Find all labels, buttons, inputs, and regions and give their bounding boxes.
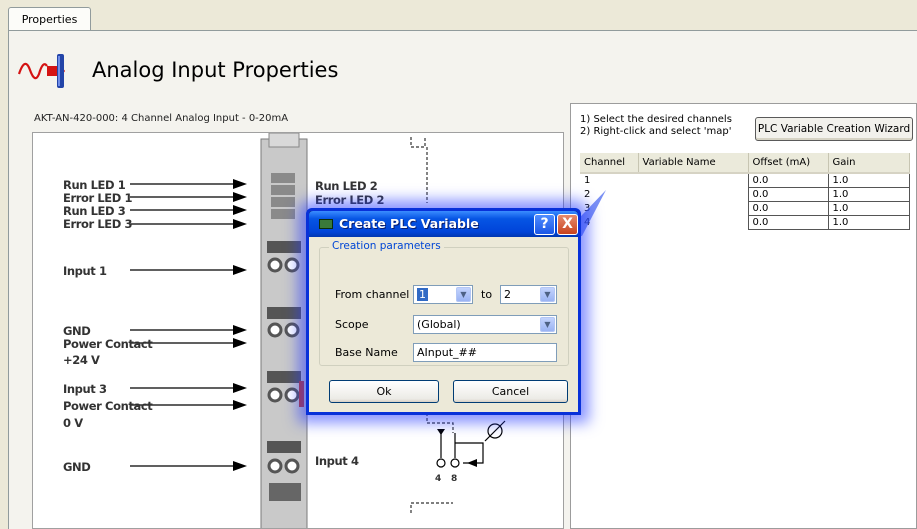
ok-button[interactable]: Ok	[329, 380, 439, 403]
label-0v: 0 V	[63, 416, 83, 430]
label-run-led-1: Run LED 1	[63, 178, 126, 192]
cancel-button[interactable]: Cancel	[453, 380, 568, 403]
label-input-1: Input 1	[63, 264, 107, 278]
column-header-channel[interactable]: Channel	[580, 153, 639, 174]
table-row[interactable]: 3 0.0 1.0	[580, 201, 910, 216]
label-run-led-3: Run LED 3	[63, 204, 126, 218]
label-gnd: GND	[63, 324, 91, 338]
table-row[interactable]: 4 0.0 1.0	[580, 215, 910, 230]
table-header-row: Channel Variable Name Offset (mA) Gain	[580, 153, 910, 174]
label-error-led-2: Error LED 2	[315, 193, 385, 207]
instruction-step-1: 1) Select the desired channels	[580, 114, 732, 125]
label-error-led-3: Error LED 3	[63, 217, 133, 231]
base-name-input[interactable]: AInput_##	[413, 343, 557, 362]
label-power-contact-24v: Power Contact	[63, 337, 153, 351]
dialog-title: Create PLC Variable	[339, 216, 479, 231]
column-header-gain[interactable]: Gain	[828, 153, 910, 174]
scope-value: (Global)	[417, 318, 461, 331]
offset-cell[interactable]: 0.0	[747, 172, 829, 188]
module-description: AKT-AN-420-000: 4 Channel Analog Input -…	[34, 113, 289, 124]
help-button[interactable]: ?	[534, 214, 555, 235]
analog-signal-icon	[17, 54, 65, 88]
create-plc-variable-dialog: Create PLC Variable ? X Creation paramet…	[306, 208, 581, 415]
tab-bar: Properties	[8, 5, 917, 31]
variable-name-cell[interactable]	[638, 188, 748, 202]
instruction-step-2: 2) Right-click and select 'map'	[580, 126, 732, 137]
chevron-down-icon[interactable]: ▼	[540, 287, 555, 302]
gain-cell[interactable]: 1.0	[827, 187, 910, 202]
gain-cell[interactable]: 1.0	[827, 215, 910, 230]
channel-table: Channel Variable Name Offset (mA) Gain 1…	[580, 153, 910, 230]
channel-cell[interactable]: 1	[580, 173, 638, 188]
label-input-4: Input 4	[315, 454, 359, 468]
group-label: Creation parameters	[329, 240, 444, 252]
to-channel-select[interactable]: 2 ▼	[500, 285, 557, 304]
tab-properties[interactable]: Properties	[8, 7, 91, 31]
from-channel-value: 1	[417, 288, 428, 301]
variable-name-cell[interactable]	[638, 173, 748, 188]
terminal-number-8: 8	[451, 474, 457, 484]
variable-name-cell[interactable]	[638, 216, 748, 230]
gain-cell[interactable]: 1.0	[827, 201, 910, 216]
base-name-value: AInput_##	[417, 346, 477, 359]
label-run-led-2: Run LED 2	[315, 179, 378, 193]
offset-cell[interactable]: 0.0	[747, 201, 829, 216]
to-label: to	[481, 288, 493, 301]
plc-variable-wizard-button[interactable]: PLC Variable Creation Wizard	[755, 117, 913, 141]
dialog-title-bar[interactable]: Create PLC Variable ? X	[309, 211, 578, 237]
chevron-down-icon[interactable]: ▼	[456, 287, 471, 302]
label-gnd-2: GND	[63, 460, 91, 474]
chevron-down-icon[interactable]: ▼	[540, 317, 555, 332]
label-error-led-1: Error LED 1	[63, 191, 133, 205]
column-header-offset[interactable]: Offset (mA)	[748, 153, 829, 174]
variable-name-cell[interactable]	[638, 202, 748, 216]
column-header-variable-name[interactable]: Variable Name	[638, 153, 749, 174]
close-button[interactable]: X	[557, 214, 578, 235]
label-power-contact-0v: Power Contact	[63, 399, 153, 413]
from-channel-label: From channel	[335, 288, 410, 301]
scope-select[interactable]: (Global) ▼	[413, 315, 557, 334]
from-channel-select[interactable]: 1 ▼	[413, 285, 473, 304]
wizard-instructions: 1) Select the desired channels 2) Right-…	[580, 114, 732, 138]
table-row[interactable]: 2 0.0 1.0	[580, 187, 910, 202]
offset-cell[interactable]: 0.0	[747, 215, 829, 230]
label-input-3: Input 3	[63, 382, 107, 396]
window-icon	[319, 219, 333, 229]
table-row[interactable]: 1 0.0 1.0	[580, 172, 910, 188]
page-title: Analog Input Properties	[92, 58, 339, 82]
scope-label: Scope	[335, 318, 369, 331]
gain-cell[interactable]: 1.0	[827, 172, 910, 188]
base-name-label: Base Name	[335, 346, 398, 359]
label-plus-24v: +24 V	[63, 353, 100, 367]
terminal-number-4: 4	[435, 474, 441, 484]
offset-cell[interactable]: 0.0	[747, 187, 829, 202]
to-channel-value: 2	[504, 288, 511, 301]
